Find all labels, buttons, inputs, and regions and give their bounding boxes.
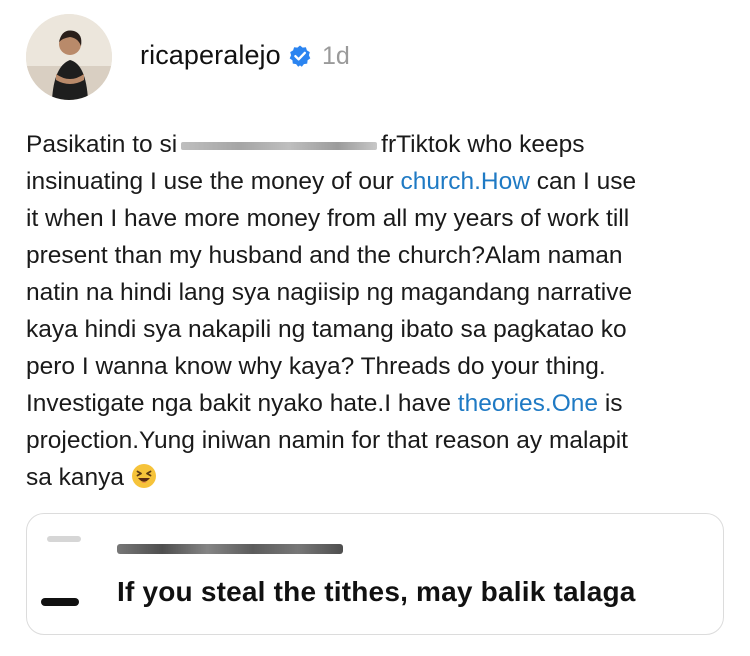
post-line-10: sa kanya	[26, 459, 726, 496]
redacted-name-blur	[181, 141, 378, 150]
quoted-post-card[interactable]: If you steal the tithes, may balik talag…	[26, 513, 724, 635]
post-line-8: Investigate nga bakit nyako hate.I have …	[26, 390, 623, 417]
avatar-photo	[26, 14, 112, 100]
author-avatar[interactable]	[26, 14, 112, 100]
laughing-face-emoji-icon	[131, 464, 156, 488]
hashtag-link-church[interactable]: church.How	[401, 168, 530, 195]
post-line-3: it when I have more money from all my ye…	[26, 205, 630, 232]
verified-badge-icon	[289, 45, 311, 67]
post-line-5: natin na hindi lang sya nagiisip ng maga…	[26, 279, 633, 306]
author-username[interactable]: ricaperalejo	[140, 40, 281, 71]
threads-post-screenshot: ricaperalejo 1d Pasikatin to si frTiktok …	[0, 0, 750, 656]
post-line-4: present than my husband and the church?A…	[26, 242, 623, 269]
post-line-6: kaya hindi sya nakapili ng tamang ibato …	[26, 316, 627, 343]
post-line-2: insinuating I use the money of our churc…	[26, 168, 637, 195]
post-body: Pasikatin to si frTiktok who keeps insinu…	[26, 126, 726, 496]
quoted-avatar-fragment	[47, 536, 81, 542]
quoted-post-text: If you steal the tithes, may balik talag…	[117, 576, 636, 607]
quoted-author-redacted-blur	[117, 544, 343, 554]
quoted-avatar-fragment-dark	[41, 598, 79, 606]
post-line-7: pero I wanna know why kaya? Threads do y…	[26, 353, 606, 380]
hashtag-link-theories[interactable]: theories.One	[458, 390, 598, 417]
post-line-9: projection.Yung iniwan namin for that re…	[26, 427, 628, 454]
post-line-1: Pasikatin to si frTiktok who keeps	[26, 131, 585, 158]
post-timestamp: 1d	[322, 42, 350, 70]
